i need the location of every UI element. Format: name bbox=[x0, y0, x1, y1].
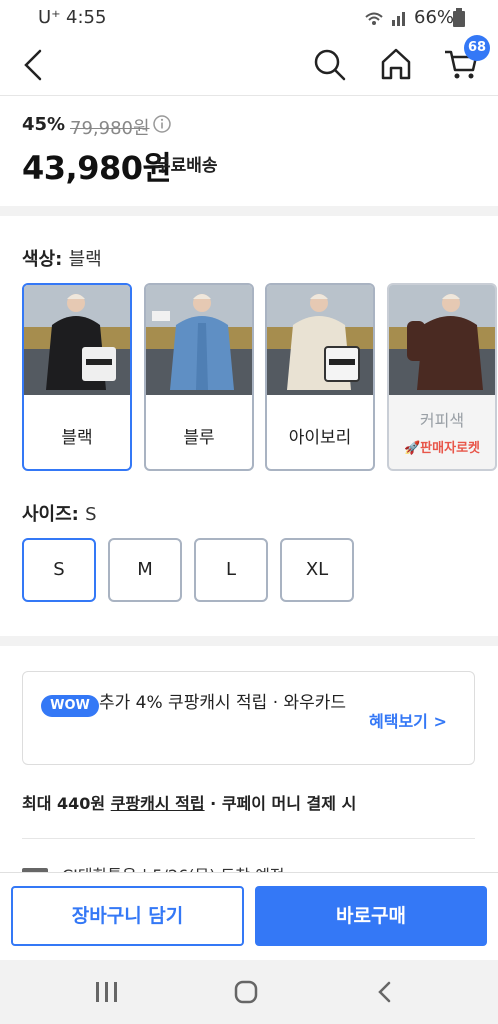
add-to-cart-button[interactable]: 장바구니 담기 bbox=[11, 886, 244, 946]
blue-jacket-image bbox=[146, 285, 252, 395]
buy-now-button[interactable]: 바로구매 bbox=[255, 886, 487, 946]
size-option-xl[interactable]: XL bbox=[280, 538, 354, 602]
coupang-cash-info: 최대 440원 쿠팡캐시 적립 · 쿠페이 머니 결제 시 bbox=[22, 790, 356, 814]
section-divider bbox=[0, 636, 498, 646]
size-option-l[interactable]: L bbox=[194, 538, 268, 602]
wow-benefit-box[interactable]: WOW 추가 4% 쿠팡캐시 적립 · 와우카드 혜택보기 > bbox=[22, 671, 475, 765]
carrier-label: U⁺ bbox=[38, 7, 61, 28]
battery-icon bbox=[453, 8, 465, 27]
wow-badge: WOW bbox=[41, 695, 99, 717]
color-option-black[interactable]: 블랙 bbox=[22, 283, 132, 471]
seller-rocket-label: 🚀판매자로켓 bbox=[404, 441, 480, 456]
battery-percent: 66% bbox=[414, 7, 455, 28]
back-icon[interactable] bbox=[20, 48, 46, 82]
product-option-screen: U⁺ 4:55 66% 68 45% 79,980원 43,980원 무료배송 … bbox=[0, 0, 498, 1024]
size-option-s[interactable]: S bbox=[22, 538, 96, 602]
clock: 4:55 bbox=[66, 7, 107, 28]
color-option-coffee[interactable]: 커피색 🚀판매자로켓 bbox=[387, 283, 497, 471]
cash-suffix: · 쿠페이 머니 결제 시 bbox=[204, 794, 357, 813]
purchase-bar: 장바구니 담기 바로구매 bbox=[0, 872, 498, 960]
size-label: 사이즈: S bbox=[22, 500, 97, 526]
original-price: 79,980원 bbox=[70, 118, 150, 139]
status-bar: U⁺ 4:55 66% bbox=[0, 0, 498, 34]
discount-rate: 45% bbox=[22, 114, 66, 135]
home-nav-icon[interactable] bbox=[233, 979, 259, 1005]
color-option-blue[interactable]: 블루 bbox=[144, 283, 254, 471]
color-option-label: 블랙 bbox=[61, 428, 93, 448]
home-icon[interactable] bbox=[380, 47, 412, 81]
size-option-m[interactable]: M bbox=[108, 538, 182, 602]
free-shipping-label: 무료배송 bbox=[155, 156, 218, 176]
selected-size: S bbox=[85, 504, 97, 525]
recent-apps-icon[interactable] bbox=[94, 980, 120, 1004]
color-option-label: 커피색 bbox=[419, 411, 465, 430]
system-nav-bar bbox=[0, 960, 498, 1024]
search-icon[interactable] bbox=[313, 48, 347, 82]
ivory-jacket-image bbox=[267, 285, 373, 395]
coffee-jacket-image bbox=[389, 285, 495, 395]
signal-icon bbox=[365, 12, 405, 26]
info-icon[interactable] bbox=[152, 114, 172, 134]
back-nav-icon[interactable] bbox=[375, 980, 395, 1004]
section-divider bbox=[0, 206, 498, 216]
black-jacket-image bbox=[24, 285, 130, 395]
color-option-label: 아이보리 bbox=[288, 428, 352, 448]
top-nav: 68 bbox=[0, 34, 498, 96]
cash-prefix: 최대 440원 bbox=[22, 794, 111, 813]
size-label-text: 사이즈: bbox=[22, 504, 79, 525]
selected-color: 블랙 bbox=[68, 249, 102, 270]
cart-count-badge: 68 bbox=[464, 35, 490, 61]
color-label: 색상: 블랙 bbox=[22, 245, 102, 271]
color-option-label: 블루 bbox=[183, 428, 215, 448]
color-option-ivory[interactable]: 아이보리 bbox=[265, 283, 375, 471]
color-label-text: 색상: bbox=[22, 249, 63, 270]
cash-link[interactable]: 쿠팡캐시 적립 bbox=[111, 794, 205, 813]
divider bbox=[22, 838, 475, 839]
view-benefits-link[interactable]: 혜택보기 > bbox=[369, 708, 447, 732]
sale-price: 43,980원 bbox=[22, 149, 172, 187]
wow-benefit-text: 추가 4% 쿠팡캐시 적립 · 와우카드 bbox=[99, 693, 347, 713]
